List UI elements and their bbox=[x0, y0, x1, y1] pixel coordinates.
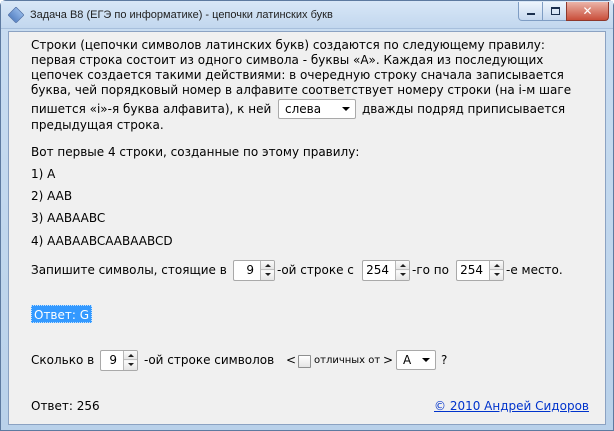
spin-up-icon[interactable] bbox=[490, 261, 503, 270]
query1-from-value: 254 bbox=[366, 263, 389, 277]
spin-up-icon[interactable] bbox=[124, 351, 137, 360]
minimize-button[interactable] bbox=[518, 2, 543, 21]
query2-question-mark: ? bbox=[441, 353, 448, 367]
direction-select-value: слева bbox=[285, 102, 322, 116]
window-controls: ✕ bbox=[518, 2, 609, 22]
answer-1-text[interactable]: Ответ: G bbox=[31, 305, 93, 323]
problem-line-6: предыдущая строка. bbox=[31, 118, 164, 132]
letter-select-value: A bbox=[403, 353, 412, 367]
query2-close-bracket: > bbox=[383, 353, 394, 367]
query2-open-bracket: < bbox=[286, 353, 297, 367]
spin-buttons bbox=[260, 261, 274, 280]
chevron-down-icon bbox=[422, 358, 430, 362]
maximize-icon bbox=[551, 7, 560, 15]
chevron-down-icon bbox=[342, 107, 350, 111]
query1-suffix: -е место. bbox=[506, 263, 563, 277]
problem-line-3: цепочек создается такими действиями: в о… bbox=[31, 68, 564, 82]
answer-2-text: Ответ: 256 bbox=[31, 399, 100, 413]
spin-buttons bbox=[395, 261, 409, 280]
problem-line-1: Строки (цепочки символов латинских букв)… bbox=[31, 38, 545, 52]
checkbox-label: отличных от bbox=[314, 355, 381, 366]
problem-line-5-end: дважды подряд приписывается bbox=[362, 102, 566, 116]
example-item: 3) AABAABC bbox=[31, 211, 106, 225]
query1-to-value: 254 bbox=[460, 263, 483, 277]
app-icon bbox=[7, 6, 25, 24]
query1-to-spinner[interactable]: 254 bbox=[456, 260, 504, 281]
spin-down-icon[interactable] bbox=[261, 271, 274, 280]
minimize-icon bbox=[527, 13, 535, 15]
example-item: 4) AABAABCAABAABCD bbox=[31, 234, 173, 248]
problem-line-5-start: пишется «i»-я буква алфавита), к ней bbox=[31, 102, 272, 116]
query2-row-spinner[interactable]: 9 bbox=[100, 350, 138, 371]
query1-middle-2: -го по bbox=[412, 263, 449, 277]
maximize-button[interactable] bbox=[542, 2, 567, 21]
query1-prefix: Запишите символы, стоящие в bbox=[31, 263, 227, 277]
example-item: 2) AAB bbox=[31, 189, 73, 203]
example-item: 1) A bbox=[31, 167, 56, 181]
query1-row-spinner[interactable]: 9 bbox=[233, 260, 275, 281]
close-button[interactable]: ✕ bbox=[566, 2, 609, 21]
spin-up-icon[interactable] bbox=[261, 261, 274, 270]
main-panel: Строки (цепочки символов латинских букв)… bbox=[8, 31, 606, 425]
query1-row-value: 9 bbox=[246, 263, 254, 277]
spin-buttons bbox=[489, 261, 503, 280]
title-bar: Задача B8 (ЕГЭ по информатике) - цепочки… bbox=[1, 1, 613, 29]
close-icon: ✕ bbox=[582, 4, 593, 18]
app-window: Задача B8 (ЕГЭ по информатике) - цепочки… bbox=[0, 0, 614, 431]
spin-down-icon[interactable] bbox=[396, 271, 409, 280]
spin-down-icon[interactable] bbox=[490, 271, 503, 280]
direction-select[interactable]: слева bbox=[278, 99, 356, 119]
query2-prefix: Сколько в bbox=[31, 353, 95, 367]
spin-up-icon[interactable] bbox=[396, 261, 409, 270]
problem-line-2: первая строка состоит из одного символа … bbox=[31, 53, 544, 67]
spin-buttons bbox=[123, 351, 137, 370]
copyright-link[interactable]: © 2010 Андрей Сидоров bbox=[434, 399, 589, 414]
distinct-checkbox[interactable] bbox=[298, 355, 311, 368]
query1-middle-1: -ой строке с bbox=[277, 263, 354, 277]
problem-line-4: буква, чей порядковый номер в алфавите с… bbox=[31, 83, 572, 97]
window-title: Задача B8 (ЕГЭ по информатике) - цепочки… bbox=[30, 9, 333, 21]
letter-select[interactable]: A bbox=[396, 350, 436, 370]
spin-down-icon[interactable] bbox=[124, 361, 137, 370]
query2-middle: -ой строке символов bbox=[144, 353, 275, 367]
examples-intro: Вот первые 4 строки, созданные по этому … bbox=[31, 145, 360, 159]
query2-row-value: 9 bbox=[109, 353, 117, 367]
query1-from-spinner[interactable]: 254 bbox=[362, 260, 410, 281]
